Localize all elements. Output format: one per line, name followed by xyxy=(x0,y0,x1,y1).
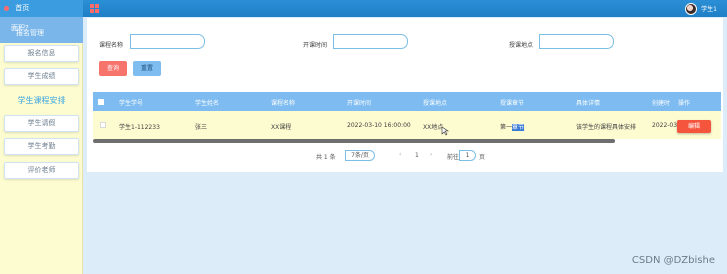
sidebar-item-label: 学生考勤 xyxy=(27,142,56,150)
sidebar-item-label: 学生成绩 xyxy=(27,72,56,80)
header-action: 操作 xyxy=(678,100,691,107)
cell-start-time: 2022-03-10 16:00:00 xyxy=(347,122,411,129)
page-unit-label: 页 xyxy=(479,154,486,161)
sidebar-item-course-schedule[interactable]: 学生课程安排 xyxy=(4,93,79,110)
cell-student-name: 张三 xyxy=(195,124,208,131)
cell-course-name: XX课程 xyxy=(271,124,292,131)
header-location[interactable]: 授课地点 xyxy=(423,98,447,107)
user-name: 学生1 xyxy=(701,6,717,13)
pagination: 共 1 条 7条/页 ‹ 1 › 前往 1 页 xyxy=(87,150,723,162)
chapter-highlight: 章节 xyxy=(512,124,525,131)
sidebar-item-label: 报名信息 xyxy=(27,49,56,57)
top-bar xyxy=(0,0,727,17)
header-detail[interactable]: 具体详情 xyxy=(576,98,600,107)
sidebar-item-evaluate-teacher[interactable]: 评价老师 xyxy=(4,162,79,179)
user-menu[interactable]: 学生1 xyxy=(685,2,717,15)
current-page[interactable]: 1 xyxy=(415,152,419,159)
total-count: 共 1 条 xyxy=(316,154,336,161)
next-page-button[interactable]: › xyxy=(430,151,432,158)
home-icon xyxy=(4,5,9,11)
location-label: 授课地点 xyxy=(509,42,534,49)
cell-detail: 该学生的课程具体安排 xyxy=(576,124,637,131)
sidebar-item-grades[interactable]: 学生成绩 xyxy=(4,68,79,85)
row-checkbox[interactable] xyxy=(100,122,106,128)
mouse-cursor-icon xyxy=(441,126,449,136)
goto-page-input[interactable]: 1 xyxy=(459,150,476,161)
cell-chapter: 第一章节 xyxy=(500,122,525,131)
avatar xyxy=(685,2,698,15)
start-time-input[interactable] xyxy=(333,34,408,49)
main-panel: 课程名称 开课时间 授课地点 查询 重置 学生学号 学生姓名 课程名称 开课时间… xyxy=(87,18,723,172)
header-created[interactable]: 创建时 xyxy=(652,98,670,107)
course-name-input[interactable] xyxy=(130,34,205,49)
sidebar-item-label: 学生课程安排 xyxy=(17,96,66,105)
start-time-label: 开课时间 xyxy=(303,42,328,49)
select-all-checkbox[interactable] xyxy=(98,99,104,105)
menu-group-title: 报名管理 xyxy=(16,29,44,37)
menu-group-registration[interactable]: 面积? 报名管理 xyxy=(0,17,83,43)
chapter-prefix: 第一 xyxy=(500,124,513,131)
header-course-name[interactable]: 课程名称 xyxy=(271,98,295,107)
prev-page-button[interactable]: ‹ xyxy=(399,151,401,158)
sidebar-item-registration-info[interactable]: 报名信息 xyxy=(4,45,79,62)
sidebar-item-label: 评价老师 xyxy=(27,166,56,174)
home-link[interactable]: 首页 xyxy=(0,0,83,17)
header-chapter[interactable]: 授课章节 xyxy=(500,98,524,107)
home-label: 首页 xyxy=(15,4,30,12)
edit-button[interactable]: 编辑 xyxy=(677,120,711,133)
reset-button[interactable]: 重置 xyxy=(133,61,161,76)
search-button[interactable]: 查询 xyxy=(99,61,127,76)
sidebar-item-attendance[interactable]: 学生考勤 xyxy=(4,138,79,155)
location-input[interactable] xyxy=(539,34,614,49)
table-row: 学生1-112233 张三 XX课程 2022-03-10 16:00:00 X… xyxy=(93,111,721,139)
sidebar: 首页 面积? 报名管理 报名信息 学生成绩 学生课程安排 学生请假 学生考勤 评… xyxy=(0,0,83,274)
header-start-time[interactable]: 开课时间 xyxy=(347,98,371,107)
watermark: CSDN @DZbishe xyxy=(631,255,715,266)
course-name-label: 课程名称 xyxy=(99,42,124,49)
menu-grid-icon[interactable] xyxy=(90,4,99,13)
header-student-name[interactable]: 学生姓名 xyxy=(195,98,219,107)
sidebar-item-label: 学生请假 xyxy=(27,119,56,127)
page-size-select[interactable]: 7条/页 xyxy=(345,150,375,161)
table-header: 学生学号 学生姓名 课程名称 开课时间 授课地点 授课章节 具体详情 创建时 操… xyxy=(93,92,721,111)
goto-label: 前往 xyxy=(447,154,460,161)
sidebar-item-leave[interactable]: 学生请假 xyxy=(4,115,79,132)
header-student-id[interactable]: 学生学号 xyxy=(119,98,143,107)
cell-student-id: 学生1-112233 xyxy=(119,124,160,131)
cell-created: 2022-03- xyxy=(652,122,680,129)
horizontal-scrollbar[interactable] xyxy=(93,139,615,143)
